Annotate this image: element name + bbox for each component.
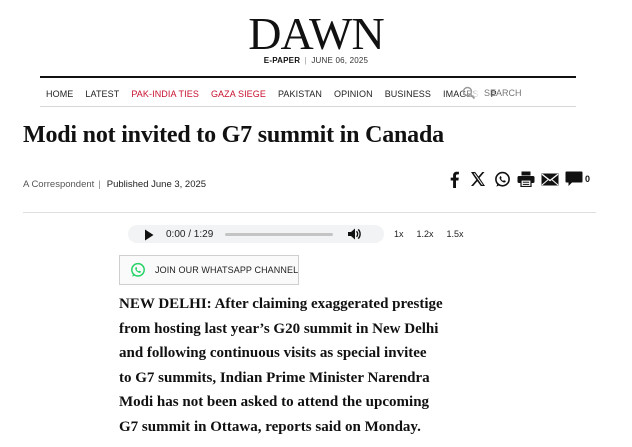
epaper-separator: | [304, 56, 307, 65]
comment-icon[interactable] [565, 170, 583, 188]
email-icon[interactable] [541, 170, 559, 188]
share-bar: 0 [445, 170, 590, 188]
byline-separator: | [98, 179, 101, 190]
article-line: G7 summit in Ottawa, reports said on Mon… [119, 418, 421, 435]
audio-time: 0:00 / 1:29 [166, 228, 214, 240]
epaper-line: E-PAPER | JUNE 06, 2025 [0, 56, 632, 66]
print-icon[interactable] [517, 170, 535, 188]
article-line: NEW DELHI: After claiming exaggerated pr… [119, 296, 443, 312]
nav-item-pak-india-ties[interactable]: PAK-INDIA TIES [131, 88, 199, 100]
playback-speeds: 1x 1.2x 1.5x [394, 229, 477, 239]
whatsapp-channel-icon [130, 262, 146, 278]
article-body: NEW DELHI: After claiming exaggerated pr… [119, 292, 519, 439]
x-icon[interactable] [469, 170, 487, 188]
published-date: Published June 3, 2025 [106, 179, 207, 190]
audio-progress-track[interactable] [225, 232, 334, 236]
whatsapp-channel-button[interactable]: JOIN OUR WHATSAPP CHANNEL [119, 255, 299, 285]
facebook-icon[interactable] [445, 170, 463, 188]
epaper-date: JUNE 06, 2025 [311, 56, 369, 65]
nav-item-pakistan[interactable]: PAKISTAN [278, 88, 322, 100]
audio-player: 0:00 / 1:29 [128, 225, 384, 243]
speed-1-2x[interactable]: 1.2x [417, 229, 434, 239]
nav-items: HOME LATEST PAK-INDIA TIES GAZA SIEGE PA… [46, 88, 509, 100]
search-icon[interactable] [462, 86, 476, 100]
nav-item-latest[interactable]: LATEST [85, 88, 119, 100]
search-input[interactable] [484, 88, 544, 98]
author-link[interactable]: A Correspondent [23, 179, 94, 190]
article-headline: Modi not invited to G7 summit in Canada [23, 122, 444, 148]
byline-divider [23, 212, 596, 213]
search-box[interactable] [462, 86, 544, 100]
volume-icon[interactable] [347, 227, 361, 241]
epaper-link[interactable]: E-PAPER [264, 56, 300, 65]
play-icon[interactable] [144, 228, 154, 241]
nav-item-home[interactable]: HOME [46, 88, 73, 100]
article-line: to G7 summits, Indian Prime Minister Nar… [119, 369, 430, 386]
byline: A Correspondent | Published June 3, 2025 [23, 179, 206, 190]
speed-1-5x[interactable]: 1.5x [447, 229, 464, 239]
nav-item-business[interactable]: BUSINESS [385, 88, 431, 100]
dawn-logo[interactable]: DAWN [0, 10, 632, 58]
whatsapp-icon[interactable] [493, 170, 511, 188]
nav-item-gaza-siege[interactable]: GAZA SIEGE [211, 88, 266, 100]
comment-count[interactable]: 0 [585, 174, 590, 184]
main-nav: HOME LATEST PAK-INDIA TIES GAZA SIEGE PA… [40, 76, 576, 107]
article-line: and following continuous visits as speci… [119, 345, 427, 361]
speed-1x[interactable]: 1x [394, 229, 404, 239]
article-line: from hosting last year’s G20 summit in N… [119, 320, 439, 337]
article-line: Modi has not been asked to attend the up… [119, 394, 430, 410]
whatsapp-channel-label: JOIN OUR WHATSAPP CHANNEL [155, 265, 299, 275]
nav-item-opinion[interactable]: OPINION [334, 88, 373, 100]
